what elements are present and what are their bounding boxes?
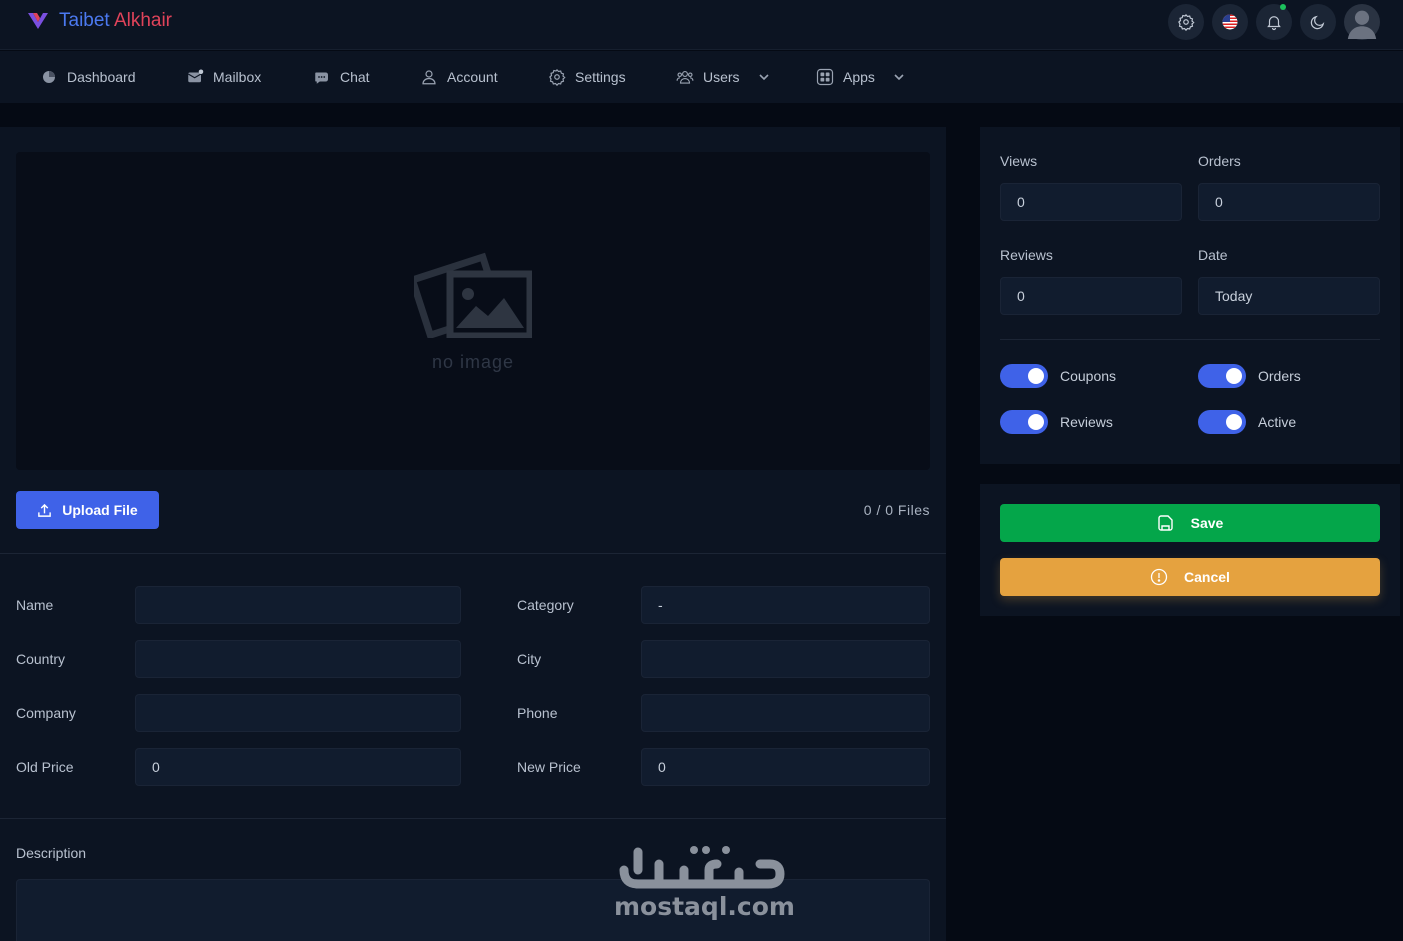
- new-price-input[interactable]: 0: [641, 748, 930, 786]
- nav-item-dashboard[interactable]: Dashboard: [40, 51, 136, 103]
- bell-icon: [1267, 16, 1281, 31]
- nav-label: Apps: [843, 69, 875, 85]
- country-input[interactable]: [135, 640, 461, 678]
- save-icon: [1157, 515, 1173, 531]
- grid-icon: [816, 68, 834, 86]
- old-price-label: Old Price: [16, 759, 74, 775]
- city-input[interactable]: [641, 640, 930, 678]
- old-price-input[interactable]: 0: [135, 748, 461, 786]
- main-nav: Dashboard Mailbox Chat Account Settings: [0, 51, 1403, 103]
- pie-chart-icon: [43, 71, 55, 83]
- date-label: Date: [1198, 247, 1228, 263]
- moon-icon: [1310, 15, 1325, 30]
- cancel-label: Cancel: [1184, 569, 1230, 585]
- coupons-toggle[interactable]: [1000, 364, 1048, 388]
- gear-icon: [549, 68, 566, 86]
- category-select[interactable]: -: [641, 586, 930, 624]
- views-input[interactable]: 0: [1000, 183, 1182, 221]
- chevron-down-icon: [894, 74, 904, 81]
- top-actions: [1168, 4, 1380, 40]
- user-icon: [422, 70, 436, 85]
- image-placeholder-icon: [414, 252, 532, 338]
- nav-item-chat[interactable]: Chat: [313, 51, 370, 103]
- files-count: 0 / 0 Files: [863, 502, 930, 518]
- phone-input[interactable]: [641, 694, 930, 732]
- brand-name: Taibet Alkhair: [59, 10, 173, 31]
- active-toggle-label: Active: [1258, 414, 1297, 430]
- brand-logo[interactable]: Taibet Alkhair: [26, 10, 172, 32]
- toggle-knob: [1028, 414, 1044, 430]
- nav-label: Settings: [575, 69, 626, 85]
- name-input[interactable]: [135, 586, 461, 624]
- theme-toggle-button[interactable]: [1300, 4, 1336, 40]
- chat-bubble-icon: [315, 72, 328, 84]
- orders-label: Orders: [1198, 153, 1241, 169]
- nav-item-mailbox[interactable]: Mailbox: [186, 51, 261, 103]
- upload-icon: [38, 503, 52, 517]
- orders-toggle-label: Orders: [1258, 368, 1301, 384]
- chevron-down-icon: [758, 74, 769, 81]
- reviews-label: Reviews: [1000, 247, 1053, 263]
- orders-toggle[interactable]: [1198, 364, 1246, 388]
- save-button[interactable]: Save: [1000, 504, 1380, 542]
- nav-item-account[interactable]: Account: [420, 51, 498, 103]
- watermark-arabic-logo: [619, 846, 785, 889]
- top-bar: Taibet Alkhair: [0, 0, 1403, 50]
- upload-file-button[interactable]: Upload File: [16, 491, 159, 529]
- coupons-toggle-label: Coupons: [1060, 368, 1117, 384]
- avatar-icon: [1347, 10, 1377, 39]
- company-input[interactable]: [135, 694, 461, 732]
- phone-label: Phone: [517, 705, 558, 721]
- nav-label: Mailbox: [213, 69, 262, 85]
- nav-item-users[interactable]: Users: [676, 51, 770, 103]
- toggle-knob: [1226, 368, 1242, 384]
- notifications-button[interactable]: [1256, 4, 1292, 40]
- city-label: City: [517, 651, 542, 667]
- reviews-toggle-label: Reviews: [1060, 414, 1113, 430]
- nav-label: Account: [447, 69, 498, 85]
- us-flag-icon: [1222, 14, 1238, 30]
- name-label: Name: [16, 597, 54, 613]
- notification-dot: [1280, 4, 1286, 10]
- reviews-toggle[interactable]: [1000, 410, 1048, 434]
- new-price-label: New Price: [517, 759, 581, 775]
- save-label: Save: [1190, 515, 1224, 531]
- category-label: Category: [517, 597, 574, 613]
- company-label: Company: [16, 705, 76, 721]
- image-preview[interactable]: no image: [16, 152, 930, 470]
- description-label: Description: [16, 845, 87, 861]
- users-icon: [676, 71, 694, 84]
- nav-item-settings[interactable]: Settings: [548, 51, 626, 103]
- reviews-input[interactable]: 0: [1000, 277, 1182, 315]
- orders-input[interactable]: 0: [1198, 183, 1380, 221]
- upload-label: Upload File: [62, 502, 138, 518]
- language-button[interactable]: [1212, 4, 1248, 40]
- active-toggle[interactable]: [1198, 410, 1246, 434]
- user-avatar[interactable]: [1344, 4, 1380, 40]
- toggle-knob: [1226, 414, 1242, 430]
- nav-label: Users: [703, 69, 740, 85]
- divider: [1000, 339, 1380, 340]
- date-input[interactable]: Today: [1198, 277, 1380, 315]
- logo-icon: [28, 13, 48, 29]
- country-label: Country: [16, 651, 66, 667]
- nav-item-apps[interactable]: Apps: [816, 51, 905, 103]
- divider: [0, 818, 946, 819]
- toggle-knob: [1028, 368, 1044, 384]
- nav-label: Chat: [340, 69, 370, 85]
- mail-icon: [187, 69, 204, 83]
- nav-label: Dashboard: [67, 69, 136, 85]
- no-image-text: no image: [431, 352, 515, 372]
- views-label: Views: [1000, 153, 1038, 169]
- warning-icon: [1150, 568, 1168, 586]
- watermark-text: mostaql.com: [614, 892, 795, 921]
- divider: [0, 553, 946, 554]
- cancel-button[interactable]: Cancel: [1000, 558, 1380, 596]
- gear-icon: [1178, 13, 1195, 31]
- watermark-logo: mostaql.com: [614, 840, 795, 930]
- settings-button[interactable]: [1168, 4, 1204, 40]
